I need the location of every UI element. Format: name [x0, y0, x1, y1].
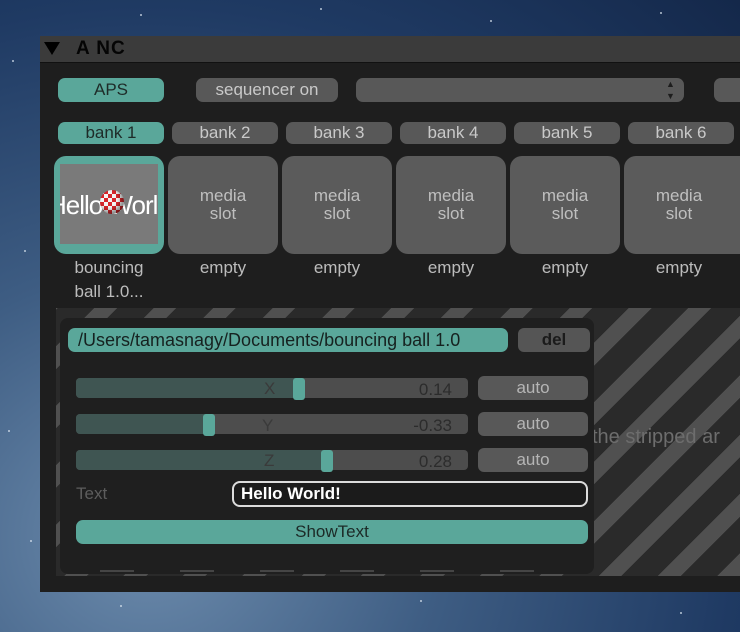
- slider-x[interactable]: X 0.14: [76, 378, 468, 400]
- slot-label: slot: [551, 204, 579, 223]
- slider-axis-label: Y: [262, 416, 274, 435]
- slot-label: slot: [665, 204, 693, 223]
- media-slot-6[interactable]: media slot: [624, 156, 740, 254]
- divider-dash: [100, 570, 134, 572]
- media-slot-2[interactable]: media slot: [168, 156, 278, 254]
- sequencer-toggle-button[interactable]: sequencer on: [196, 78, 338, 102]
- divider-dash: [180, 570, 214, 572]
- caption-line: ball 1.0...: [74, 282, 144, 301]
- bank-tab-2[interactable]: bank 2: [172, 122, 278, 144]
- slider-knob[interactable]: [203, 414, 215, 436]
- media-slot-3[interactable]: media slot: [282, 156, 392, 254]
- slot-caption: empty: [655, 258, 703, 277]
- media-slot-5[interactable]: media slot: [510, 156, 620, 254]
- divider-dash: [420, 570, 454, 572]
- delete-button[interactable]: del: [518, 328, 590, 352]
- bank-tab-4[interactable]: bank 4: [400, 122, 506, 144]
- auto-x-button[interactable]: auto: [478, 376, 588, 400]
- divider-dash: [260, 570, 294, 572]
- media-slot-1[interactable]: Hello World: [54, 156, 164, 254]
- slot-label: slot: [209, 204, 237, 223]
- slot-label: slot: [323, 204, 351, 223]
- slider-knob[interactable]: [321, 450, 333, 472]
- slider-value: 0.14: [418, 380, 452, 399]
- show-text-button[interactable]: ShowText: [76, 520, 588, 544]
- slot-label: media: [541, 186, 589, 205]
- select-arrows-icon: ▲▼: [666, 79, 675, 101]
- text-input[interactable]: [232, 481, 588, 507]
- media-thumbnail: Hello World: [60, 164, 158, 244]
- window-title: A NC: [76, 38, 126, 59]
- slider-fill: [76, 450, 327, 470]
- slider-fill: [76, 414, 209, 434]
- file-path-field[interactable]: /Users/tamasnagy/Documents/bouncing ball…: [68, 328, 508, 352]
- slider-z[interactable]: Z 0.28: [76, 450, 468, 472]
- slot-label: media: [313, 186, 361, 205]
- slider-knob[interactable]: [293, 378, 305, 400]
- bouncing-ball-icon: [100, 190, 124, 214]
- slider-axis-label: X: [264, 379, 276, 398]
- slider-axis-label: Z: [264, 451, 275, 470]
- caption-line: bouncing: [74, 258, 144, 277]
- bank-tab-6[interactable]: bank 6: [628, 122, 734, 144]
- slot-label: media: [655, 186, 703, 205]
- slot-label: media: [199, 186, 247, 205]
- source-select[interactable]: ▲▼: [356, 78, 684, 102]
- slot-caption: empty: [313, 258, 361, 277]
- ghost-text: the stripped ar: [592, 426, 720, 448]
- bank-tab-3[interactable]: bank 3: [286, 122, 392, 144]
- aps-button[interactable]: APS: [58, 78, 164, 102]
- divider-dash: [340, 570, 374, 572]
- slot-label: media: [427, 186, 475, 205]
- bank-tab-1[interactable]: bank 1: [58, 122, 164, 144]
- slider-value: 0.28: [418, 452, 452, 471]
- media-slot-4[interactable]: media slot: [396, 156, 506, 254]
- slot-caption: empty: [541, 258, 589, 277]
- slot-caption: bouncing ball 1.0...: [52, 256, 166, 304]
- bank-tab-5[interactable]: bank 5: [514, 122, 620, 144]
- title-bar[interactable]: A NC: [40, 36, 740, 63]
- slot-label: slot: [437, 204, 465, 223]
- toolbar-overflow-button[interactable]: [714, 78, 740, 102]
- text-label: Text: [76, 484, 108, 503]
- slider-value: -0.33: [413, 416, 452, 435]
- slider-y[interactable]: Y -0.33: [76, 414, 468, 436]
- auto-y-button[interactable]: auto: [478, 412, 588, 436]
- slot-caption: empty: [199, 258, 247, 277]
- collapse-triangle-icon[interactable]: [44, 42, 60, 55]
- auto-z-button[interactable]: auto: [478, 448, 588, 472]
- divider-dash: [500, 570, 534, 572]
- slot-caption: empty: [427, 258, 475, 277]
